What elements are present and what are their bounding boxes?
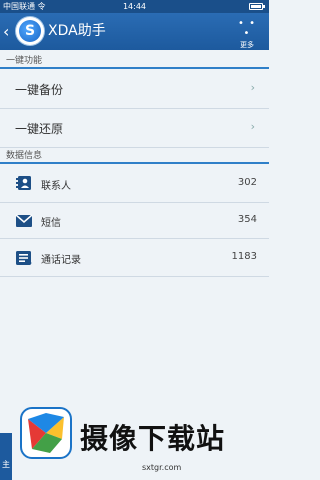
section-title: 数据信息 xyxy=(6,151,43,161)
watermark-domain: sxtgr.com xyxy=(142,463,182,472)
watermark-logo-icon xyxy=(20,407,72,459)
message-icon xyxy=(15,214,33,227)
bottom-tab-stub: 主 xyxy=(0,433,12,480)
app-logo-icon: S xyxy=(16,17,44,45)
chevron-right-icon: › xyxy=(250,81,255,94)
list-item-label: 一键备份 xyxy=(15,83,64,97)
battery-icon xyxy=(249,3,265,10)
watermark-brand: 摄像下载站 xyxy=(80,422,226,455)
list-item-call-log[interactable]: 通话记录 1183 xyxy=(0,239,269,277)
watermark-overlay: 主 摄像下载站 sxtgr.com xyxy=(0,405,269,480)
section-title: 一键功能 xyxy=(6,56,43,66)
more-label: 更多 xyxy=(240,41,254,49)
section-header-quick: 一键功能 xyxy=(0,53,269,69)
list-item-label: 一键还原 xyxy=(15,122,64,136)
app-header: ‹ S XDA助手 • • • 更多 xyxy=(0,13,269,50)
item-count: 302 xyxy=(237,177,257,188)
more-button[interactable]: • • • 更多 xyxy=(235,18,259,50)
status-time: 14:44 xyxy=(122,2,147,11)
more-dots-icon: • • • xyxy=(238,18,256,39)
list-item-contacts[interactable]: 联系人 302 xyxy=(0,166,269,203)
status-bar: 中国联通 令 14:44 xyxy=(0,0,269,13)
chevron-right-icon: › xyxy=(250,120,255,133)
list-item-restore[interactable]: 一键还原 › xyxy=(0,109,269,148)
list-item-sms[interactable]: 短信 354 xyxy=(0,203,269,239)
page-title: XDA助手 xyxy=(48,23,106,39)
contacts-icon xyxy=(16,176,31,190)
call-log-icon xyxy=(16,251,32,265)
list-item-label: 联系人 xyxy=(41,181,71,192)
list-item-label: 通话记录 xyxy=(41,255,81,266)
item-count: 1183 xyxy=(231,251,257,262)
list-item-label: 短信 xyxy=(41,218,61,229)
list-item-backup[interactable]: 一键备份 › xyxy=(0,69,269,109)
bottom-tab-label: 主 xyxy=(2,460,10,469)
item-count: 354 xyxy=(237,214,257,225)
section-header-data: 数据信息 xyxy=(0,148,269,164)
